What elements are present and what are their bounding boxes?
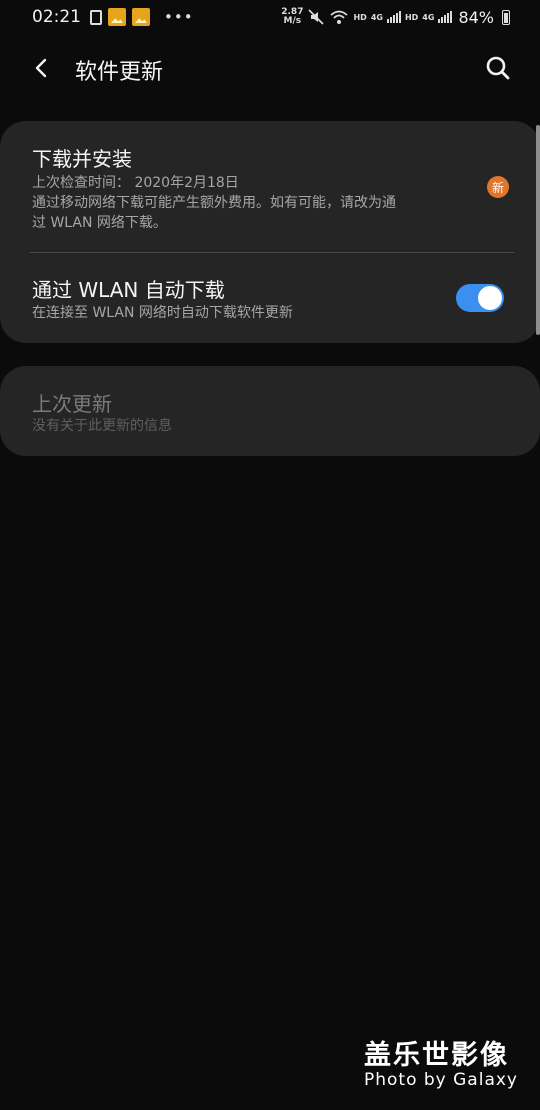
system-icons: 2.87 M/s HD 4G HD 4G 84% bbox=[281, 5, 510, 29]
hd-label: HD bbox=[353, 12, 367, 22]
search-button[interactable] bbox=[482, 52, 514, 84]
network-speed: 2.87 M/s bbox=[281, 7, 304, 26]
watermark-title: 盖乐世影像 bbox=[363, 1040, 509, 1071]
back-button[interactable] bbox=[26, 52, 58, 84]
more-dots-icon: ••• bbox=[164, 8, 194, 26]
battery-percent: 84% bbox=[458, 7, 494, 27]
download-install-title: 下载并安装 bbox=[32, 147, 132, 171]
update-settings-card: 下载并安装 上次检查时间： 2020年2月18日 通过移动网络下载可能产生额外费… bbox=[0, 121, 540, 343]
watermark-subtitle: Photo by Galaxy bbox=[363, 1070, 518, 1090]
image-icon bbox=[108, 8, 126, 26]
mobile-data-note-line2: 过 WLAN 网络下载。 bbox=[32, 215, 167, 231]
mute-icon bbox=[308, 9, 325, 25]
mobile-data-note-line1: 通过移动网络下载可能产生额外费用。如有可能，请改为通 bbox=[32, 195, 396, 211]
hd-label: HD bbox=[404, 12, 419, 22]
network-type: 4G bbox=[370, 12, 383, 22]
page-title: 软件更新 bbox=[75, 60, 164, 85]
last-update-subtitle: 没有关于此更新的信息 bbox=[32, 418, 172, 434]
auto-download-toggle[interactable] bbox=[456, 284, 504, 312]
last-update-card[interactable]: 上次更新 没有关于此更新的信息 bbox=[0, 366, 540, 456]
notification-icons: ••• bbox=[90, 7, 194, 27]
divider bbox=[30, 252, 514, 253]
auto-download-title: 通过 WLAN 自动下载 bbox=[32, 278, 225, 302]
app-bar: 软件更新 bbox=[0, 40, 540, 98]
scroll-indicator bbox=[536, 125, 540, 335]
doc-icon bbox=[90, 9, 102, 25]
status-time: 02:21 bbox=[32, 7, 81, 27]
last-update-title: 上次更新 bbox=[32, 392, 112, 416]
last-check-time: 上次检查时间： 2020年2月18日 bbox=[32, 175, 239, 191]
back-arrow-icon bbox=[35, 58, 47, 78]
image-icon bbox=[132, 8, 150, 26]
toggle-knob bbox=[478, 286, 502, 310]
signal-icon bbox=[438, 11, 453, 23]
signal-icon bbox=[386, 11, 401, 23]
auto-download-subtitle: 在连接至 WLAN 网络时自动下载软件更新 bbox=[32, 305, 293, 321]
search-icon bbox=[486, 56, 510, 80]
wifi-icon bbox=[330, 10, 349, 24]
new-badge: 新 bbox=[487, 176, 509, 198]
watermark: 盖乐世影像 Photo by Galaxy bbox=[364, 1033, 518, 1090]
status-bar: 02:21 ••• 2.87 M/s HD 4G HD 4G 84% bbox=[0, 0, 540, 34]
battery-icon bbox=[502, 9, 510, 25]
network-type: 4G bbox=[422, 12, 435, 22]
